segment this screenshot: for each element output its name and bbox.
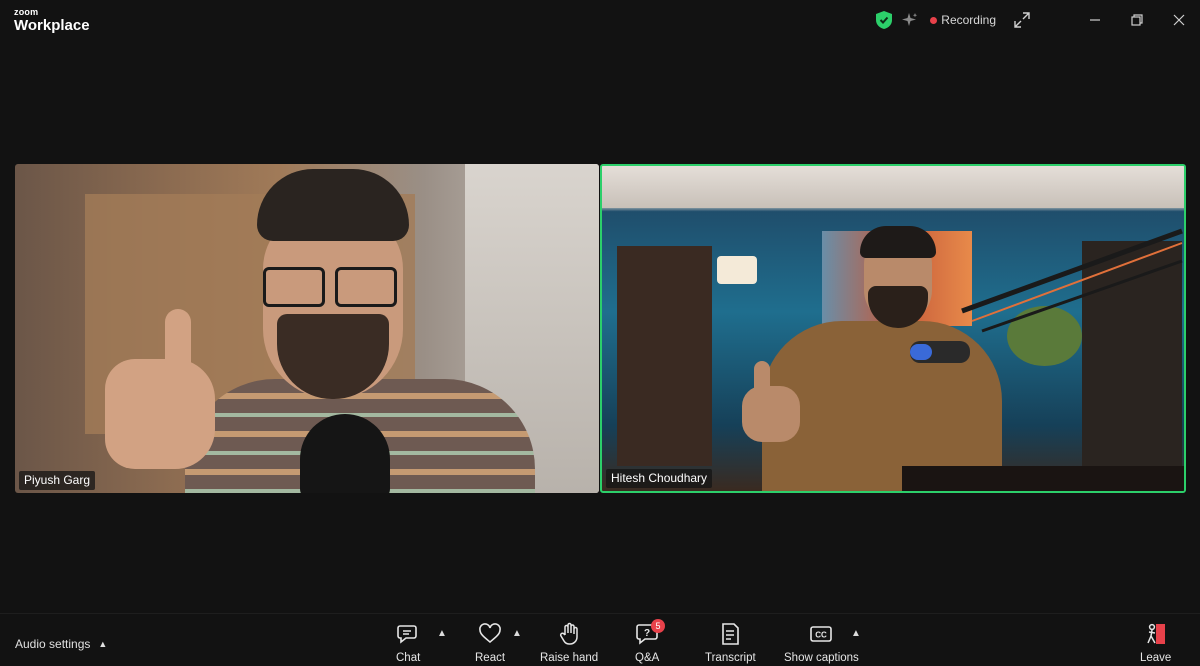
glasses-left	[263, 267, 325, 307]
react-options-chevron-icon[interactable]: ▲	[512, 628, 522, 639]
captions-options-chevron-icon[interactable]: ▲	[851, 628, 861, 639]
raise-hand-label: Raise hand	[540, 652, 599, 664]
thumb	[754, 361, 770, 401]
microphone-boom	[910, 228, 1183, 363]
hand-icon	[560, 622, 578, 645]
transcript-icon	[722, 623, 740, 645]
recording-dot-icon	[930, 16, 938, 24]
participant-name-tag: Hitesh Choudhary	[606, 469, 713, 488]
svg-text:CC: CC	[816, 631, 828, 640]
wall-lamp	[717, 256, 757, 284]
close-button[interactable]	[1158, 0, 1200, 40]
thumbs-up-hand	[742, 386, 800, 442]
show-captions-button[interactable]: CC Show captions	[784, 622, 859, 664]
thumb	[165, 309, 191, 379]
ceiling	[602, 166, 1184, 208]
audio-settings-button[interactable]: Audio settings ▲	[15, 637, 107, 651]
leave-label: Leave	[1140, 652, 1172, 664]
audio-settings-label: Audio settings	[15, 637, 91, 651]
close-icon	[1173, 14, 1185, 26]
react-button[interactable]: React	[475, 622, 505, 664]
meeting-toolbar: Audio settings ▲ Chat ▲ React ▲ Raise ha…	[0, 613, 1200, 666]
qa-button[interactable]: ? 5 Q&A	[635, 619, 665, 664]
brand-big: Workplace	[14, 17, 90, 34]
chat-options-chevron-icon[interactable]: ▲	[437, 628, 447, 639]
chat-label: Chat	[396, 652, 421, 664]
leave-button[interactable]: Leave	[1140, 622, 1171, 664]
recording-label[interactable]: Recording	[941, 13, 996, 27]
sparkle-icon[interactable]	[902, 12, 918, 28]
video-tile-piyush[interactable]: Piyush Garg	[15, 164, 599, 493]
restore-button[interactable]	[1116, 0, 1158, 40]
restore-icon	[1131, 14, 1143, 26]
title-bar: zoom Workplace Recording	[0, 0, 1200, 40]
glasses-right	[335, 267, 397, 307]
svg-text:?: ?	[644, 628, 650, 639]
minimize-icon	[1090, 19, 1100, 21]
desk	[902, 466, 1184, 491]
heart-icon	[479, 623, 501, 644]
participant-hair	[257, 169, 409, 241]
app-logo: zoom Workplace	[14, 7, 90, 34]
participant-name-tag: Piyush Garg	[19, 471, 96, 490]
bookshelf-left	[617, 246, 712, 466]
thumbs-up-hand	[105, 359, 215, 469]
shield-check-icon[interactable]	[876, 11, 893, 29]
chat-button[interactable]: Chat	[396, 622, 420, 664]
brand-small: zoom	[14, 7, 39, 17]
expand-icon[interactable]	[1014, 12, 1030, 28]
minimize-button[interactable]	[1074, 0, 1116, 40]
raise-hand-button[interactable]: Raise hand	[540, 622, 598, 664]
react-label: React	[475, 652, 506, 664]
show-captions-label: Show captions	[784, 652, 859, 664]
qa-count-badge: 5	[651, 619, 665, 633]
transcript-button[interactable]: Transcript	[705, 622, 756, 664]
chat-icon	[397, 625, 417, 644]
cc-icon: CC	[810, 626, 833, 642]
chevron-up-icon: ▲	[98, 639, 108, 649]
qa-label: Q&A	[635, 652, 660, 664]
video-tile-hitesh[interactable]: Hitesh Choudhary	[600, 164, 1186, 493]
transcript-label: Transcript	[705, 652, 756, 664]
leave-icon	[1146, 623, 1165, 644]
